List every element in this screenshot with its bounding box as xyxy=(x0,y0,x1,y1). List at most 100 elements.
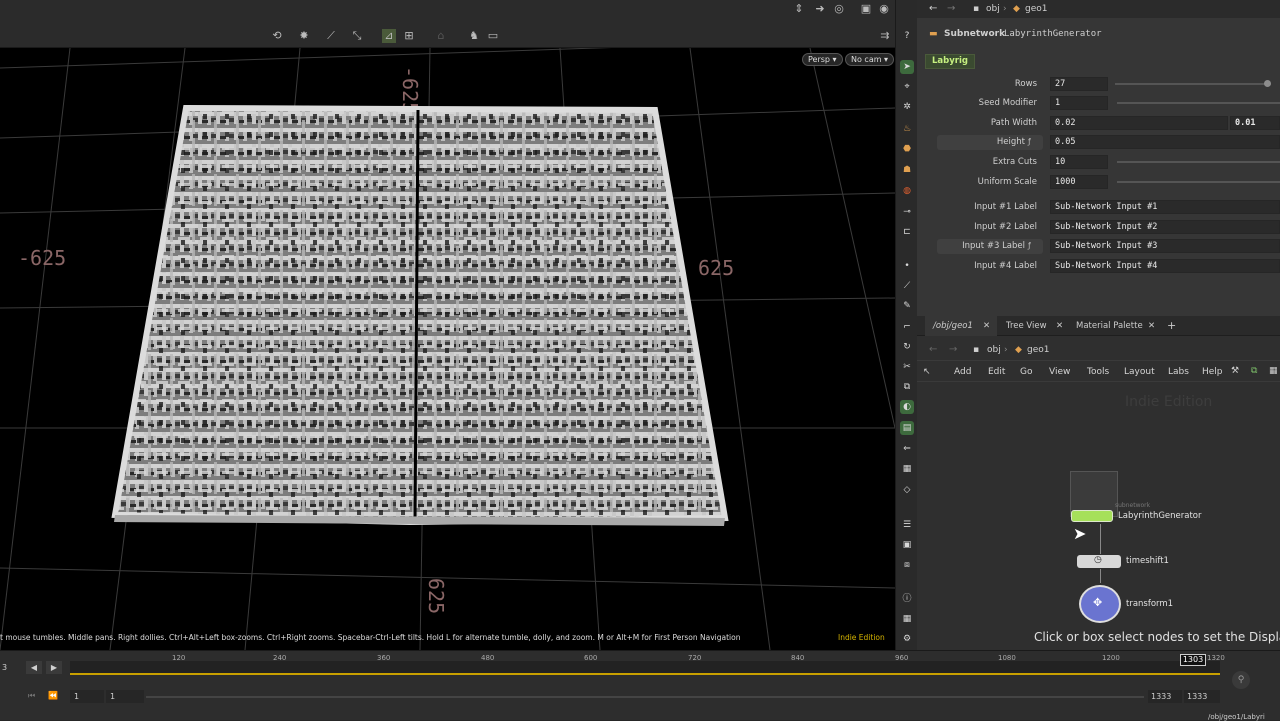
wrench-icon[interactable]: ⚒ xyxy=(1231,366,1239,376)
key-icon[interactable]: ⚲ xyxy=(1232,671,1250,689)
light-icon[interactable]: ⊸ xyxy=(900,205,914,219)
wand-icon[interactable]: ⟋ xyxy=(324,29,338,43)
point-icon[interactable]: • xyxy=(900,259,914,273)
frame-icon[interactable]: ▭ xyxy=(486,29,500,43)
param-label-height: Height xyxy=(996,137,1025,147)
menu-view[interactable]: View xyxy=(1049,367,1070,377)
wire-icon[interactable]: ▤ xyxy=(900,421,914,435)
object-icon[interactable]: ◍ xyxy=(900,184,914,198)
handle-icon[interactable]: ⤡ xyxy=(350,29,364,43)
param-slider-uniform-scale[interactable] xyxy=(1117,181,1280,183)
param-slider-extra-cuts[interactable] xyxy=(1117,161,1280,163)
step-back-icon[interactable]: ⏪ xyxy=(48,691,58,700)
tab-tree-view[interactable]: Tree View xyxy=(1006,316,1047,336)
end-frame-field[interactable]: 1333 xyxy=(1148,690,1182,703)
tab-close-icon[interactable]: ✕ xyxy=(1148,316,1155,336)
param-label-seed: Seed Modifier xyxy=(978,98,1037,108)
view-menu[interactable]: Persp ▾ xyxy=(802,53,843,66)
paint-icon[interactable]: ✎ xyxy=(900,299,914,313)
render-icon[interactable]: ▣ xyxy=(900,538,914,552)
menu-help[interactable]: Help xyxy=(1202,367,1223,377)
param-label-input-4: Input #4 Label xyxy=(974,261,1037,271)
clock-icon: ◷ xyxy=(1094,555,1102,565)
param-field-height[interactable]: 0.05 xyxy=(1050,135,1280,149)
menu-go[interactable]: Go xyxy=(1020,367,1032,377)
shape-icon[interactable]: ◇ xyxy=(900,483,914,497)
display-icon[interactable]: ▣ xyxy=(859,2,873,16)
jump-start-icon[interactable]: ⏮ xyxy=(28,691,35,701)
param-field-input-4[interactable]: Sub-Network Input #4 xyxy=(1050,259,1280,273)
network-path-node[interactable]: geo1 xyxy=(1027,345,1049,355)
shade-icon[interactable]: ◐ xyxy=(900,400,914,414)
param-field-input-1[interactable]: Sub-Network Input #1 xyxy=(1050,200,1280,214)
labyrinth-node[interactable] xyxy=(1071,510,1113,522)
stepper-icon[interactable]: ⇕ xyxy=(792,2,806,16)
menu-tools[interactable]: Tools xyxy=(1087,367,1109,377)
param-field-extra-cuts[interactable]: 10 xyxy=(1050,155,1108,169)
start-frame-field[interactable]: 1 xyxy=(70,690,104,703)
network-path-root[interactable]: obj xyxy=(987,345,1001,355)
tumble-icon[interactable]: ⟲ xyxy=(270,29,284,43)
tab-network[interactable]: /obj/geo1 xyxy=(933,316,973,336)
menu-add[interactable]: Add xyxy=(954,367,971,377)
play-forward-icon[interactable]: ▶ xyxy=(46,661,62,674)
camera-menu[interactable]: No cam ▾ xyxy=(845,53,895,66)
play-back-icon[interactable]: ◀ xyxy=(26,661,42,674)
figure-icon[interactable]: ☗ xyxy=(900,163,914,177)
brush-icon[interactable]: ⟋ xyxy=(900,279,914,293)
normal-icon[interactable]: ⇐ xyxy=(900,442,914,456)
deer-icon[interactable]: ♞ xyxy=(467,29,481,43)
start-frame-field-2[interactable]: 1 xyxy=(106,690,144,703)
tab-close-icon[interactable]: ✕ xyxy=(983,316,990,336)
snap-icon[interactable]: ⊿ xyxy=(382,29,396,43)
grid-display-icon[interactable]: ▦ xyxy=(900,612,914,626)
help-icon[interactable]: ? xyxy=(900,29,914,43)
param-field-uniform-scale[interactable]: 1000 xyxy=(1050,175,1108,189)
current-frame[interactable]: 1303 xyxy=(1180,654,1206,666)
list-icon[interactable]: ☰ xyxy=(900,518,914,532)
param-field-input-3[interactable]: Sub-Network Input #3 xyxy=(1050,239,1280,253)
grid-icon[interactable]: ⊞ xyxy=(402,29,416,43)
list-view-icon[interactable]: ▦ xyxy=(1269,366,1278,376)
loop-icon[interactable]: ↻ xyxy=(900,340,914,354)
menu-layout[interactable]: Layout xyxy=(1124,367,1155,377)
param-field-path-width[interactable]: 0.02 xyxy=(1050,116,1228,130)
info-icon[interactable]: ⓘ xyxy=(900,592,914,606)
tab-close-icon[interactable]: ✕ xyxy=(1056,316,1063,336)
gear-icon[interactable]: ⚙ xyxy=(900,632,914,646)
scene-viewport[interactable]: -625 -625 625 625 Persp ▾ No cam ▾ xyxy=(0,48,895,650)
range-slider[interactable] xyxy=(146,696,1144,698)
copy-icon[interactable]: ⧉ xyxy=(900,380,914,394)
camera-icon[interactable]: ⌖ xyxy=(900,80,914,94)
texture-icon[interactable]: ▦ xyxy=(900,462,914,476)
param-field-input-2[interactable]: Sub-Network Input #2 xyxy=(1050,220,1280,234)
tab-material-palette[interactable]: Material Palette xyxy=(1076,316,1143,336)
param-field-rows[interactable]: 27 xyxy=(1050,77,1108,91)
menu-edit[interactable]: Edit xyxy=(988,367,1005,377)
menu-labs[interactable]: Labs xyxy=(1168,367,1189,377)
constraint-icon[interactable]: ⊏ xyxy=(900,225,914,239)
param-field-path-width-2[interactable]: 0.01 xyxy=(1230,116,1280,130)
edge-icon[interactable]: ⌐ xyxy=(900,320,914,334)
settings-icon[interactable]: ⇉ xyxy=(878,29,892,43)
snapshot-icon[interactable]: ◉ xyxy=(877,2,891,16)
pin-icon[interactable]: ➜ xyxy=(813,2,827,16)
drop-icon[interactable]: ⬣ xyxy=(900,142,914,156)
param-knob-rows[interactable] xyxy=(1263,80,1271,87)
back-icon[interactable]: ← xyxy=(929,344,937,355)
stack-icon[interactable]: ⧈ xyxy=(900,558,914,572)
fire-icon[interactable]: ♨ xyxy=(900,122,914,136)
bones-icon[interactable]: ✲ xyxy=(900,100,914,114)
select-icon[interactable]: ➤ xyxy=(900,60,914,74)
menu-arrow-icon[interactable]: ↖ xyxy=(923,367,931,377)
param-field-seed[interactable]: 1 xyxy=(1050,96,1108,110)
param-slider-seed[interactable] xyxy=(1117,102,1280,104)
cut-icon[interactable]: ✂ xyxy=(900,360,914,374)
forward-icon[interactable]: → xyxy=(949,344,957,355)
network-view-icon[interactable]: ⧉ xyxy=(1251,366,1257,376)
target-icon[interactable]: ◎ xyxy=(832,2,846,16)
end-frame-field-2[interactable]: 1333 xyxy=(1184,690,1220,703)
light-icon[interactable]: ✸ xyxy=(297,29,311,43)
add-tab-icon[interactable]: + xyxy=(1167,316,1176,336)
param-slider-rows[interactable] xyxy=(1115,83,1271,85)
